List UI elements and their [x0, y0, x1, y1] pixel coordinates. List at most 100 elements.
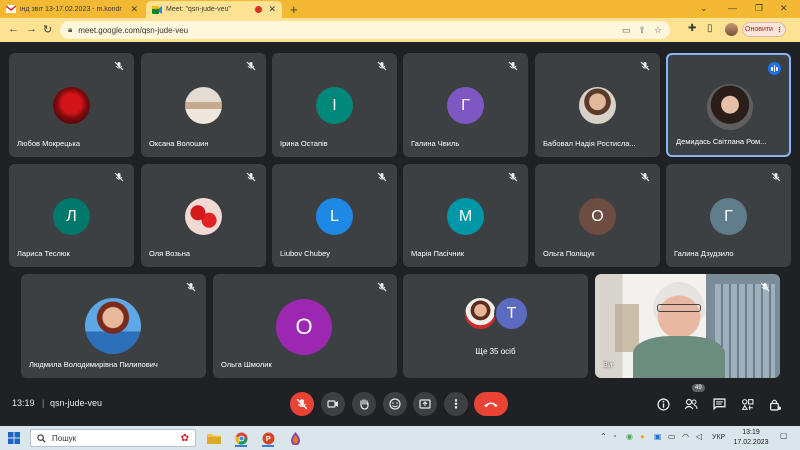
svg-text:P: P — [265, 434, 270, 443]
participant-tile[interactable]: Оксана Волошин — [141, 53, 266, 157]
host-controls-button[interactable] — [767, 396, 783, 412]
participant-tile[interactable]: І Ірина Остапів — [272, 53, 397, 157]
tray-app-icon[interactable]: ● — [640, 432, 645, 441]
reload-icon[interactable]: ↻ — [43, 23, 52, 36]
activities-icon — [741, 398, 753, 410]
self-video-tile[interactable]: Ви — [595, 274, 780, 378]
url-text: meet.google.com/qsn-jude-veu — [78, 25, 189, 35]
update-button[interactable]: Оновити ⋮ — [742, 22, 786, 37]
participant-tile[interactable]: L Liubov Chubey — [272, 164, 397, 267]
participant-tile[interactable]: Людмила Володимирівна Пилипович — [21, 274, 206, 378]
avatar: Г — [710, 198, 747, 235]
participant-name: Лариса Теслюк — [17, 249, 70, 258]
participant-tile[interactable]: Г Галина Дзудзило — [666, 164, 791, 267]
mic-off-icon — [186, 282, 196, 292]
lock-icon: 🔒︎ — [68, 25, 73, 34]
activities-button[interactable] — [739, 396, 755, 412]
hand-icon — [360, 399, 369, 410]
avatar-initial: І — [332, 96, 337, 114]
mic-toggle-button[interactable] — [290, 392, 314, 416]
close-window-icon[interactable]: ✕ — [780, 3, 788, 14]
chevron-down-icon[interactable]: ⌄ — [700, 3, 708, 14]
end-call-button[interactable] — [474, 392, 508, 416]
tray-app-icon[interactable]: ◉ — [626, 432, 633, 441]
url-field[interactable]: 🔒︎ meet.google.com/qsn-jude-veu ▭ ⇪ ☆ — [60, 21, 670, 39]
tab-gmail[interactable]: інд звіт 13-17.02.2023 - m.kondr ✕ — [0, 0, 144, 18]
taskbar-search-input[interactable]: Пошук ✿ — [30, 429, 196, 447]
people-icon — [684, 398, 698, 410]
camera-toggle-button[interactable] — [321, 392, 345, 416]
mic-off-icon — [640, 61, 650, 71]
gmail-icon — [6, 4, 16, 14]
avatar — [53, 87, 90, 124]
powerpoint-icon[interactable]: P — [258, 429, 278, 447]
avatar-initial: Г — [461, 96, 470, 114]
tab-meet[interactable]: Meet: "qsn-jude-veu" ✕ — [146, 1, 282, 18]
participant-name: Ірина Остапів — [280, 139, 328, 148]
battery-icon[interactable]: ▭ — [668, 432, 676, 441]
participant-tile[interactable]: О Ольга Шмолик — [213, 274, 397, 378]
avatar: О — [579, 198, 616, 235]
participant-name: Оля Возьна — [149, 249, 191, 258]
avatar-initial: О — [591, 207, 604, 225]
forward-icon[interactable]: → — [26, 23, 37, 35]
new-tab-icon[interactable]: + — [290, 2, 298, 17]
input-language[interactable]: УКР — [712, 434, 725, 441]
address-bar: ← → ↻ 🔒︎ meet.google.com/qsn-jude-veu ▭ … — [0, 18, 800, 42]
minimize-icon[interactable]: — — [728, 3, 737, 13]
participant-tile-speaking[interactable]: Демидась Світлана Ром... — [666, 53, 791, 157]
participant-tile[interactable]: Любов Мокрецька — [9, 53, 134, 157]
participant-name: Ольга Поліщук — [543, 249, 595, 258]
participant-tile[interactable]: Л Лариса Теслюк — [9, 164, 134, 267]
participant-tile[interactable]: Оля Возьна — [141, 164, 266, 267]
back-icon[interactable]: ← — [8, 23, 19, 35]
share-icon[interactable]: ⇪ — [638, 25, 646, 36]
chevron-up-icon[interactable]: ⌃ — [600, 432, 607, 441]
app-drop-icon[interactable] — [285, 429, 305, 447]
chat-button[interactable] — [711, 396, 727, 412]
camera-icon[interactable]: ▭ — [622, 25, 631, 36]
mic-off-icon — [771, 172, 781, 182]
others-tile[interactable]: Т Ще 35 осіб — [403, 274, 588, 378]
taskbar-time: 13:19 — [742, 429, 760, 436]
participant-name: Ви — [603, 360, 613, 369]
raise-hand-button[interactable] — [352, 392, 376, 416]
meeting-controls-bar: 13:19 | qsn-jude-veu ⋮ 49 — [0, 384, 800, 426]
people-button[interactable] — [683, 396, 699, 412]
close-icon[interactable]: ✕ — [268, 4, 276, 15]
emoji-icon — [389, 398, 401, 410]
speaking-indicator-icon — [768, 62, 781, 75]
participant-tile[interactable]: М Марія Пасічник — [403, 164, 528, 267]
participant-name: Бабовал Надія Ростисла... — [543, 139, 636, 148]
tray-app-icon[interactable]: ▣ — [654, 432, 662, 441]
profile-avatar[interactable] — [725, 23, 738, 36]
notifications-icon[interactable]: ▢ — [780, 431, 788, 440]
taskbar-clock[interactable]: 13:19 17.02.2023 — [730, 428, 772, 448]
more-options-button[interactable]: ⋮ — [444, 392, 468, 416]
avatar-initial: Т — [506, 304, 517, 322]
participant-tile[interactable]: Г Галина Чвиль — [403, 53, 528, 157]
avatar — [85, 298, 141, 354]
lock-person-icon — [769, 399, 781, 411]
participant-tile[interactable]: Бабовал Надія Ростисла... — [535, 53, 660, 157]
participant-tile[interactable]: О Ольга Поліщук — [535, 164, 660, 267]
chrome-icon[interactable] — [231, 429, 251, 447]
tray-app-icon[interactable]: ◔ — [612, 432, 617, 441]
avatar-initial: Г — [724, 207, 733, 225]
emoji-button[interactable] — [383, 392, 407, 416]
tab-bar: інд звіт 13-17.02.2023 - m.kondr ✕ Meet:… — [0, 0, 800, 18]
extensions-icon[interactable]: ✚ — [688, 23, 696, 34]
wifi-icon[interactable]: ◠ — [682, 432, 689, 441]
tab-title: Meet: "qsn-jude-veu" — [166, 6, 231, 13]
mic-off-icon — [508, 172, 518, 182]
meeting-details-button[interactable] — [655, 396, 671, 412]
sidepanel-icon[interactable]: ▯ — [707, 23, 713, 34]
present-button[interactable] — [413, 392, 437, 416]
windows-start-icon[interactable] — [8, 432, 20, 444]
volume-icon[interactable]: ◁ — [696, 432, 702, 441]
restore-icon[interactable]: ❐ — [755, 3, 763, 14]
close-icon[interactable]: ✕ — [130, 4, 138, 15]
avatar: М — [447, 198, 484, 235]
star-icon[interactable]: ☆ — [654, 25, 662, 36]
file-explorer-icon[interactable] — [204, 429, 224, 447]
